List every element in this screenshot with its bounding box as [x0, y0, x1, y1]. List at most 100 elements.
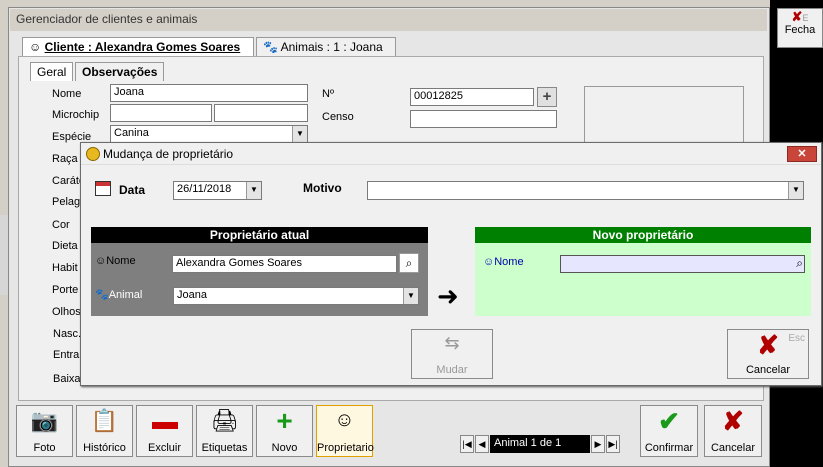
motivo-combo[interactable]: ▼	[367, 181, 804, 200]
novo-button[interactable]: + Novo	[256, 405, 313, 457]
subtab-general[interactable]: Geral	[30, 62, 74, 81]
form-label: Raça	[52, 153, 78, 165]
chevron-down-icon: ▼	[292, 126, 307, 142]
proprietario-label: Proprietario	[317, 442, 374, 454]
tab-client[interactable]: ☺ Cliente : Alexandra Gomes Soares	[22, 37, 254, 57]
novo-label: Novo	[271, 442, 298, 454]
dialog-close-button[interactable]: ✕	[787, 146, 817, 162]
new-owner-panel	[475, 243, 811, 316]
motivo-label: Motivo	[303, 181, 342, 195]
foto-button[interactable]: 📷 Foto	[16, 405, 73, 457]
close-shortcut-hint: E	[802, 13, 809, 23]
form-label: Pelag	[52, 196, 81, 208]
main-window-title: Gerenciador de clientes e animais	[10, 9, 767, 31]
first-icon: |◀	[462, 439, 472, 449]
cancelar-label: Cancelar	[710, 442, 756, 454]
record-position: Animal 1 de 1	[490, 435, 590, 453]
dialog-title-bar: Mudança de proprietário	[81, 143, 821, 165]
numero-label: Nº	[322, 88, 334, 100]
minus-icon	[151, 422, 178, 429]
cancelar-button[interactable]: ✘ Cancelar	[704, 405, 762, 457]
data-value: 26/11/2018	[177, 183, 232, 195]
mudar-button[interactable]: ⇆ Mudar	[411, 329, 493, 379]
chevron-down-icon: ▼	[246, 182, 261, 199]
esc-hint: Esc	[788, 333, 805, 344]
dialog-title: Mudança de proprietário	[103, 147, 234, 161]
new-owner-header: Novo proprietário	[475, 227, 811, 243]
etiquetas-label: Etiquetas	[201, 442, 248, 454]
chevron-down-icon: ▼	[788, 182, 803, 199]
tab-animals[interactable]: 🐾 Animais : 1 : Joana	[256, 37, 396, 57]
form-label: Nome	[52, 88, 82, 100]
current-animal-label-wrap: 🐾Animal	[95, 288, 142, 301]
close-icon: ✘E	[791, 9, 809, 24]
swap-owner-icon: ⇆	[444, 333, 460, 353]
proprietario-button[interactable]: ☺ Proprietario	[316, 405, 374, 457]
confirmar-button[interactable]: ✔ Confirmar	[640, 405, 698, 457]
person-icon: ☺	[95, 255, 107, 267]
new-nome-label: Nome	[494, 256, 524, 268]
cancel-icon: ✘	[722, 406, 744, 436]
form-label: Microchip	[52, 109, 100, 121]
mudar-label: Mudar	[436, 364, 468, 376]
form-label: Baixa	[53, 373, 81, 385]
animal-icon: 🐾	[95, 289, 109, 301]
first-record-button[interactable]: |◀	[460, 435, 474, 453]
history-icon: 📋	[90, 408, 119, 433]
current-animal-combo[interactable]: Joana ▼	[173, 287, 419, 305]
close-icon: ✕	[797, 148, 807, 160]
person-icon: ☺	[483, 256, 495, 268]
plus-icon: +	[276, 405, 293, 436]
search-owner-button[interactable]: ⌕	[399, 253, 419, 273]
prev-icon: ◀	[478, 439, 486, 449]
prev-record-button[interactable]: ◀	[475, 435, 489, 453]
historico-button[interactable]: 📋 Histórico	[76, 405, 133, 457]
form-label: Cor	[52, 219, 70, 231]
foto-label: Foto	[33, 442, 56, 454]
current-animal-label: Animal	[108, 289, 143, 301]
microchip-field-1[interactable]	[110, 104, 212, 122]
data-combo[interactable]: 26/11/2018 ▼	[173, 181, 262, 200]
new-nome-label-wrap: ☺Nome	[483, 256, 524, 268]
search-icon: ⌕	[405, 256, 413, 270]
etiquetas-button[interactable]: 🖨 Etiquetas	[196, 405, 253, 457]
tab-client-label: Cliente : Alexandra Gomes Soares	[44, 40, 241, 54]
data-label: Data	[119, 183, 146, 197]
add-button[interactable]: +	[537, 87, 557, 107]
excluir-button[interactable]: Excluir	[136, 405, 193, 457]
confirmar-label: Confirmar	[644, 442, 694, 454]
current-owner-header: Proprietário atual	[91, 227, 428, 243]
check-icon: ✔	[658, 406, 680, 436]
close-window-label: Fecha	[784, 24, 816, 36]
last-icon: ▶|	[608, 439, 618, 449]
form-label: Olhos	[52, 306, 81, 318]
person-icon: ☺	[29, 40, 45, 54]
dialog-app-icon	[86, 147, 100, 161]
plus-icon: +	[542, 88, 552, 105]
current-owner-panel	[91, 243, 428, 316]
form-label: Entra	[53, 349, 80, 361]
arrow-right-icon: ➜	[437, 281, 459, 311]
next-record-button[interactable]: ▶	[591, 435, 605, 453]
tab-animals-label: Animais : 1 : Joana	[280, 40, 383, 54]
especie-combo[interactable]: Canina ▼	[110, 125, 308, 143]
nome-field[interactable]: Joana	[110, 84, 308, 102]
microchip-field-2[interactable]	[214, 104, 308, 122]
numero-field[interactable]: 00012825	[410, 88, 534, 106]
last-record-button[interactable]: ▶|	[606, 435, 620, 453]
animal-icon: 🐾	[263, 40, 281, 54]
change-owner-dialog: Mudança de proprietário ✕ Data 26/11/201…	[80, 142, 822, 386]
censo-field[interactable]	[410, 110, 557, 128]
current-nome-label-wrap: ☺Nome	[95, 255, 136, 267]
subtab-notes[interactable]: Observações	[75, 62, 165, 81]
censo-label: Censo	[322, 111, 354, 123]
next-icon: ▶	[594, 439, 602, 449]
dialog-cancel-button[interactable]: ✘ Esc Cancelar	[727, 329, 809, 379]
form-label: Dieta	[52, 240, 78, 252]
camera-icon: 📷	[30, 408, 59, 433]
especie-value: Canina	[114, 127, 149, 139]
calendar-icon	[95, 181, 111, 196]
owner-icon: ☺	[334, 409, 355, 431]
close-window-button[interactable]: ✘E Fecha	[777, 8, 823, 48]
new-nome-field[interactable]: ⌕	[560, 255, 805, 273]
